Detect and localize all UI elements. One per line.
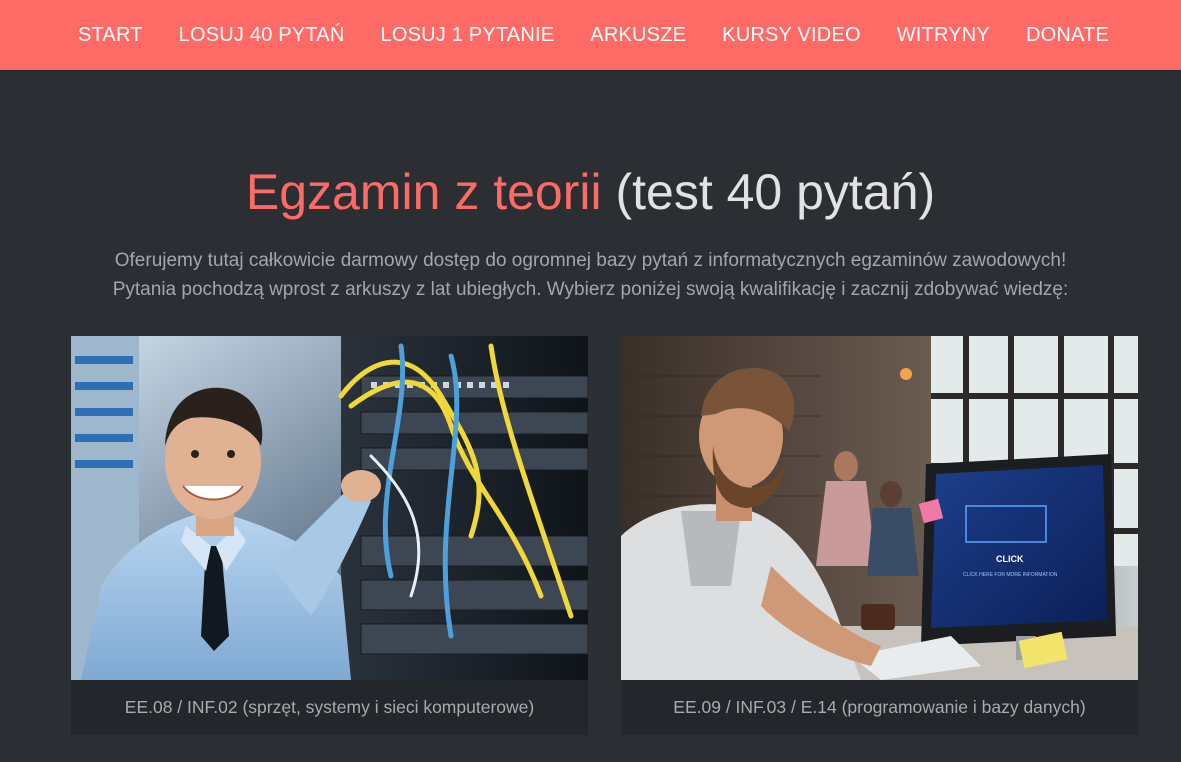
nav-menu: START LOSUJ 40 PYTAŃ LOSUJ 1 PYTANIE ARK… — [54, 0, 1127, 70]
top-navbar: START LOSUJ 40 PYTAŃ LOSUJ 1 PYTANIE ARK… — [0, 0, 1181, 70]
nav-item-losuj-40[interactable]: LOSUJ 40 PYTAŃ — [161, 0, 363, 70]
qualification-card-programming[interactable]: CLICK CLICK HERE FOR MORE INFORMATION EE… — [621, 336, 1138, 735]
technician-server-photo[interactable] — [71, 336, 588, 680]
page-title-rest: (test 40 pytań) — [601, 164, 936, 220]
nav-item-donate[interactable]: DONATE — [1008, 0, 1127, 70]
page-title: Egzamin z teorii (test 40 pytań) — [0, 160, 1181, 224]
developer-computer-photo[interactable]: CLICK CLICK HERE FOR MORE INFORMATION — [621, 336, 1138, 680]
nav-item-witryny[interactable]: WITRYNY — [879, 0, 1008, 70]
nav-item-start[interactable]: START — [60, 0, 161, 70]
intro-line-2: Pytania pochodzą wprost z arkuszy z lat … — [112, 279, 1069, 300]
page-title-accent: Egzamin z teorii — [245, 164, 602, 220]
nav-item-arkusze[interactable]: ARKUSZE — [572, 0, 704, 70]
screen-sub-text: CLICK HERE FOR MORE INFORMATION — [963, 572, 1058, 578]
card-caption-hardware[interactable]: EE.08 / INF.02 (sprzęt, systemy i sieci … — [71, 680, 588, 735]
card-caption-programming[interactable]: EE.09 / INF.03 / E.14 (programowanie i b… — [621, 680, 1138, 735]
nav-item-losuj-1[interactable]: LOSUJ 1 PYTANIE — [363, 0, 573, 70]
screen-click-text: CLICK — [996, 554, 1024, 564]
qualification-card-hardware[interactable]: EE.08 / INF.02 (sprzęt, systemy i sieci … — [71, 336, 588, 735]
intro-text: Oferujemy tutaj całkowicie darmowy dostę… — [40, 246, 1141, 304]
nav-item-kursy-video[interactable]: KURSY VIDEO — [704, 0, 879, 70]
intro-line-1: Oferujemy tutaj całkowicie darmowy dostę… — [114, 250, 1067, 271]
